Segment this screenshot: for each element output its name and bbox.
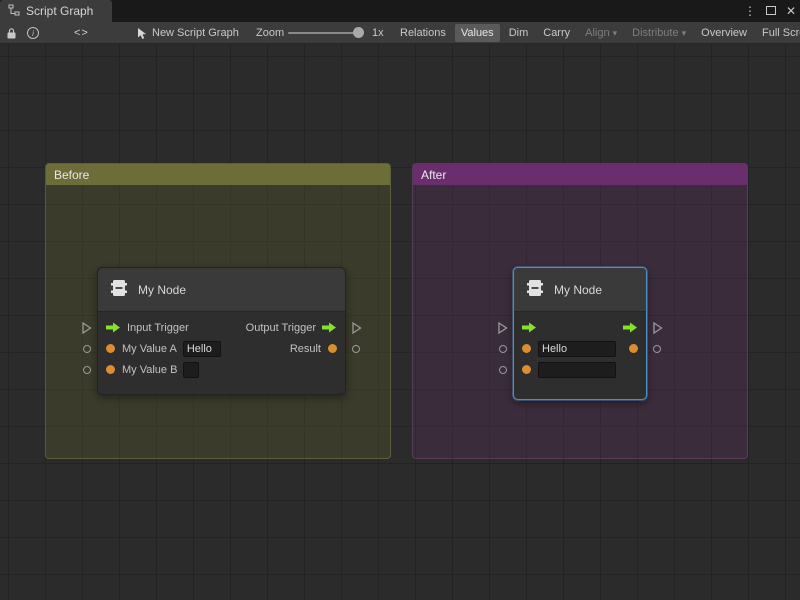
node-icon	[524, 277, 546, 302]
input-trigger-port[interactable]	[522, 322, 537, 333]
node-before-header[interactable]: My Node	[98, 268, 345, 312]
output-trigger-label: Output Trigger	[246, 322, 316, 334]
toolbar-button-fullscreen[interactable]: Full Screen	[756, 24, 800, 42]
new-script-graph-label: New Script Graph	[152, 27, 239, 39]
tab-bar: Script Graph ⋮ ✕	[0, 0, 800, 22]
node-after-header[interactable]: My Node	[514, 268, 646, 312]
toolbar-button-overview[interactable]: Overview	[695, 24, 753, 42]
row-value-a: My Value A Result	[98, 338, 345, 359]
value-a-input[interactable]	[183, 341, 221, 357]
toolbar: i <> New Script Graph Zoom 1x Relations …	[0, 22, 800, 44]
zoom-label: Zoom	[256, 22, 284, 44]
external-result-connector[interactable]	[352, 345, 360, 353]
row-trigger: Input Trigger Output Trigger	[98, 317, 345, 338]
info-icon[interactable]: i	[27, 22, 39, 44]
new-script-graph-button[interactable]: New Script Graph	[152, 22, 239, 44]
value-b-input[interactable]	[183, 362, 199, 378]
toolbar-button-relations[interactable]: Relations	[394, 24, 452, 42]
value-a-port[interactable]	[522, 344, 531, 353]
value-a-input[interactable]	[538, 341, 616, 357]
row-value-b: My Value B	[98, 359, 345, 380]
close-icon[interactable]: ✕	[786, 0, 796, 22]
code-button[interactable]: <>	[74, 22, 89, 44]
graph-canvas[interactable]: Before After My No	[0, 44, 800, 600]
toolbar-button-dim[interactable]: Dim	[503, 24, 535, 42]
external-value-a-connector[interactable]	[499, 345, 507, 353]
tab-script-graph[interactable]: Script Graph	[0, 0, 112, 22]
zoom-value: 1x	[372, 22, 384, 44]
group-before-header[interactable]: Before	[46, 164, 390, 185]
node-title: My Node	[138, 283, 186, 297]
node-after[interactable]: My Node	[513, 267, 647, 400]
output-trigger-port[interactable]	[623, 322, 638, 333]
window-controls: ⋮ ✕	[744, 0, 796, 22]
chevron-down-icon: ▾	[613, 28, 618, 39]
node-title: My Node	[554, 283, 602, 297]
external-input-connector[interactable]	[497, 322, 508, 334]
value-a-label: My Value A	[122, 343, 177, 355]
value-b-port[interactable]	[106, 365, 115, 374]
menu-icon[interactable]: ⋮	[744, 0, 756, 22]
result-label: Result	[290, 343, 321, 355]
value-b-port[interactable]	[522, 365, 531, 374]
zoom-slider[interactable]	[288, 22, 362, 44]
external-output-connector[interactable]	[652, 322, 663, 334]
value-a-port[interactable]	[106, 344, 115, 353]
zoom-slider-track[interactable]	[288, 32, 358, 34]
external-value-b-connector[interactable]	[499, 366, 507, 374]
external-input-connector[interactable]	[81, 322, 92, 334]
result-port[interactable]	[629, 344, 638, 353]
value-b-input[interactable]	[538, 362, 616, 378]
input-trigger-port[interactable]	[106, 322, 121, 333]
group-after-header[interactable]: After	[413, 164, 747, 185]
toolbar-button-align-label: Align	[585, 27, 609, 39]
external-value-a-connector[interactable]	[83, 345, 91, 353]
group-after-title: After	[421, 168, 446, 182]
chevron-down-icon: ▾	[682, 28, 687, 39]
node-icon	[108, 277, 130, 302]
toolbar-button-align[interactable]: Align ▾	[579, 24, 623, 42]
script-graph-window: Script Graph ⋮ ✕ i <> New Script Graph	[0, 0, 800, 600]
toolbar-buttons: Relations Values Dim Carry Align ▾ Distr…	[394, 22, 800, 44]
toolbar-button-distribute-label: Distribute	[632, 27, 678, 39]
graph-cursor-icon	[136, 22, 148, 44]
external-result-connector[interactable]	[653, 345, 661, 353]
lock-icon[interactable]	[6, 22, 17, 44]
toolbar-button-values[interactable]: Values	[455, 24, 500, 42]
zoom-slider-handle[interactable]	[353, 27, 364, 38]
group-before-title: Before	[54, 168, 89, 182]
script-graph-icon	[8, 4, 20, 19]
output-trigger-port[interactable]	[322, 322, 337, 333]
row-value-a	[514, 338, 646, 359]
toolbar-button-distribute[interactable]: Distribute ▾	[626, 24, 692, 42]
node-before-body: Input Trigger Output Trigger My Value A …	[98, 312, 345, 380]
input-trigger-label: Input Trigger	[127, 322, 189, 334]
node-before[interactable]: My Node Input Trigger Output Trigger	[97, 267, 346, 395]
toolbar-button-carry[interactable]: Carry	[537, 24, 576, 42]
value-b-label: My Value B	[122, 364, 177, 376]
node-after-body	[514, 312, 646, 380]
external-output-connector[interactable]	[351, 322, 362, 334]
row-trigger	[514, 317, 646, 338]
row-value-b	[514, 359, 646, 380]
result-port[interactable]	[328, 344, 337, 353]
external-value-b-connector[interactable]	[83, 366, 91, 374]
tab-label: Script Graph	[26, 4, 93, 18]
maximize-icon[interactable]	[766, 0, 776, 22]
